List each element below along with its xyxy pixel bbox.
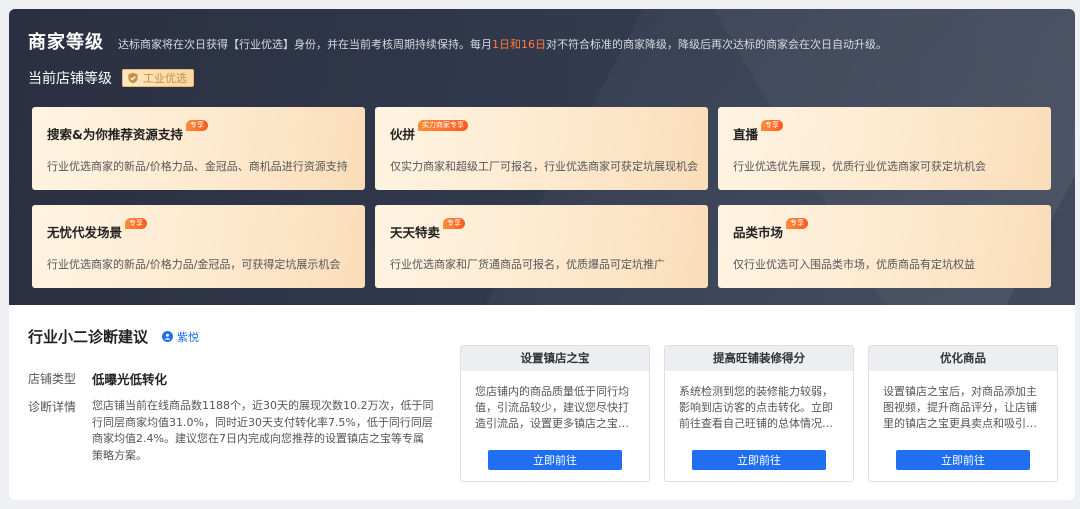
benefit-card[interactable]: 伙拼 实力商家专享 仅实力商家和超级工厂可报名，行业优选商家可获定坑展现机会: [375, 107, 708, 190]
card-title: 搜索&为你推荐资源支持: [47, 127, 183, 142]
card-title: 品类市场: [733, 225, 784, 240]
benefit-cards: 搜索&为你推荐资源支持 专享 行业优选商家的新品/价格力品、金冠品、商机品进行资源…: [32, 107, 1052, 290]
shop-type-label: 店铺类型: [28, 372, 77, 386]
card-tag: 专享: [185, 120, 208, 131]
current-level-label: 当前店铺等级: [28, 71, 112, 87]
page-title: 商家等级: [28, 32, 104, 53]
detail-label: 诊断详情: [28, 400, 77, 414]
card-title: 无忧代发场景: [47, 225, 123, 240]
card-title: 天天特卖: [390, 225, 441, 240]
suggestion-body: 您店铺内的商品质量低于同行均值，引流品较少，建议您尽快打造引流品，设置更多镇店之…: [475, 385, 629, 430]
level-badge: 工业优选: [122, 69, 194, 87]
advisor-avatar-icon: [162, 331, 174, 342]
benefit-card[interactable]: 天天特卖 专享 行业优选商家和厂货通商品可报名，优质爆品可定坑推广: [375, 205, 708, 288]
card-desc: 仅行业优选可入围品类市场，优质商品有定坑权益: [733, 258, 975, 271]
suggestion-title: 设置镇店之宝: [461, 346, 649, 371]
shield-check-icon: [128, 72, 138, 84]
go-now-button[interactable]: 立即前往: [896, 450, 1030, 470]
merchant-level-panel: 商家等级 达标商家将在次日获得【行业优选】身份，并在当前考核周期持续保持。每月1…: [9, 9, 1075, 305]
suggestion-title: 优化商品: [869, 346, 1057, 371]
card-tag: 专享: [125, 218, 148, 229]
header-description: 达标商家将在次日获得【行业优选】身份，并在当前考核周期持续保持。每月1日和16日…: [118, 36, 887, 52]
level-badge-text: 工业优选: [143, 72, 187, 85]
card-desc: 行业优选商家和厂货通商品可报名，优质爆品可定坑推广: [390, 258, 665, 271]
go-now-button[interactable]: 立即前往: [488, 450, 622, 470]
desc-prefix: 达标商家将在次日获得【行业优选】身份，并在当前考核周期持续保持。每月: [118, 38, 492, 51]
current-level-row: 当前店铺等级 工业优选: [28, 68, 194, 88]
go-now-button[interactable]: 立即前往: [692, 450, 826, 470]
card-title: 直播: [733, 127, 759, 142]
detail-text: 您店铺当前在线商品数1188个，近30天的展现次数10.2万次，低于同行同层商家…: [92, 399, 434, 462]
card-desc: 行业优选商家的新品/价格力品/金冠品，可获得定坑展示机会: [47, 258, 341, 271]
suggestion-card: 优化商品 设置镇店之宝后，对商品添加主图视频，提升商品评分，让店铺里的镇店之宝更…: [868, 345, 1058, 482]
card-desc: 行业优选商家的新品/价格力品、金冠品、商机品进行资源支持: [47, 160, 348, 173]
card-tag: 专享: [786, 218, 809, 229]
suggestion-body: 设置镇店之宝后，对商品添加主图视频，提升商品评分，让店铺里的镇店之宝更具卖点和吸…: [883, 385, 1037, 430]
merchant-level-page: 商家等级 达标商家将在次日获得【行业优选】身份，并在当前考核周期持续保持。每月1…: [9, 9, 1075, 500]
benefit-card[interactable]: 直播 专享 行业优选优先展现，优质行业优选商家可获定坑机会: [718, 107, 1051, 190]
desc-suffix: 对不符合标准的商家降级，降级后再次达标的商家会在次日自动升级。: [546, 38, 887, 51]
desc-highlight: 1日和16日: [492, 38, 546, 51]
suggestion-body: 系统检测到您的装修能力较弱，影响到店访客的点击转化。立即前往查看自己旺铺的总体情…: [679, 385, 833, 430]
suggestion-card: 提高旺铺装修得分 系统检测到您的装修能力较弱，影响到店访客的点击转化。立即前往查…: [664, 345, 854, 482]
benefit-card[interactable]: 品类市场 专享 仅行业优选可入围品类市场，优质商品有定坑权益: [718, 205, 1051, 288]
card-tag: 专享: [443, 218, 466, 229]
diagnosis-header: 行业小二诊断建议 紫悦: [28, 326, 199, 347]
advisor-name-link[interactable]: 紫悦: [177, 329, 199, 345]
diagnosis-title: 行业小二诊断建议: [28, 328, 149, 346]
card-tag: 实力商家专享: [418, 120, 469, 131]
header: 商家等级 达标商家将在次日获得【行业优选】身份，并在当前考核周期持续保持。每月1…: [28, 28, 887, 54]
shop-type-value: 低曝光低转化: [92, 372, 168, 387]
suggestion-title: 提高旺铺装修得分: [665, 346, 853, 371]
card-desc: 行业优选优先展现，优质行业优选商家可获定坑机会: [733, 160, 986, 173]
card-desc: 仅实力商家和超级工厂可报名，行业优选商家可获定坑展现机会: [390, 160, 698, 173]
card-tag: 专享: [761, 120, 784, 131]
suggestion-card: 设置镇店之宝 您店铺内的商品质量低于同行均值，引流品较少，建议您尽快打造引流品，…: [460, 345, 650, 482]
benefit-card[interactable]: 搜索&为你推荐资源支持 专享 行业优选商家的新品/价格力品、金冠品、商机品进行资源…: [32, 107, 365, 190]
benefit-card[interactable]: 无忧代发场景 专享 行业优选商家的新品/价格力品/金冠品，可获得定坑展示机会: [32, 205, 365, 288]
shop-type-row: 店铺类型 低曝光低转化: [28, 369, 167, 388]
card-title: 伙拼: [390, 127, 416, 142]
diagnosis-detail-row: 诊断详情 您店铺当前在线商品数1188个，近30天的展现次数10.2万次，低于同…: [28, 398, 434, 464]
